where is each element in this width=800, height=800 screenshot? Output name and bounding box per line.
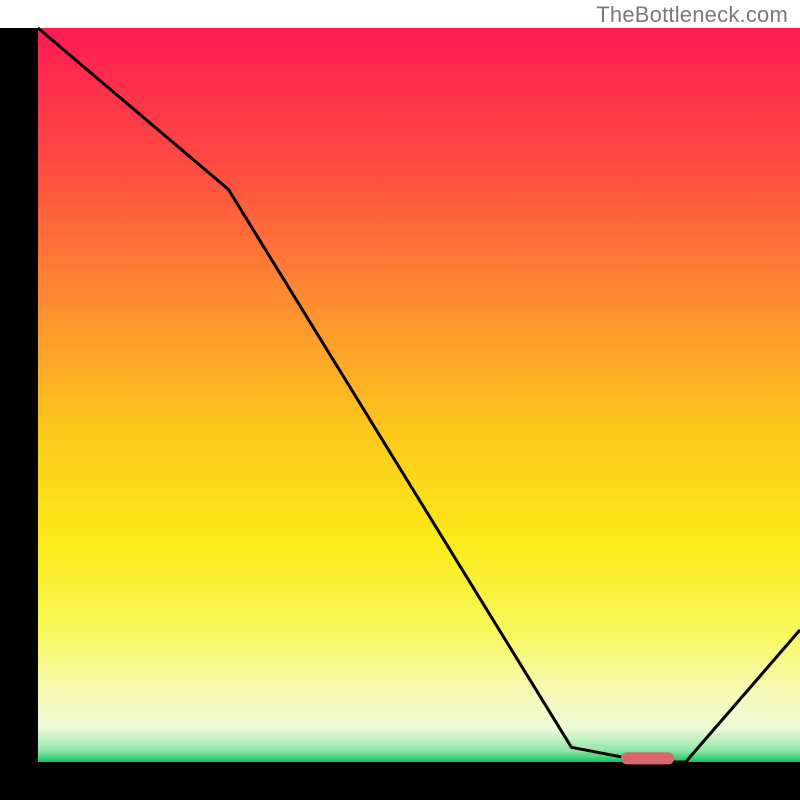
watermark-text: TheBottleneck.com xyxy=(596,2,788,28)
bottleneck-chart xyxy=(0,0,800,800)
chart-container: TheBottleneck.com xyxy=(0,0,800,800)
plot-background xyxy=(38,28,800,762)
optimal-marker xyxy=(621,752,674,764)
axis-left xyxy=(0,28,38,800)
axis-bottom xyxy=(0,762,800,800)
